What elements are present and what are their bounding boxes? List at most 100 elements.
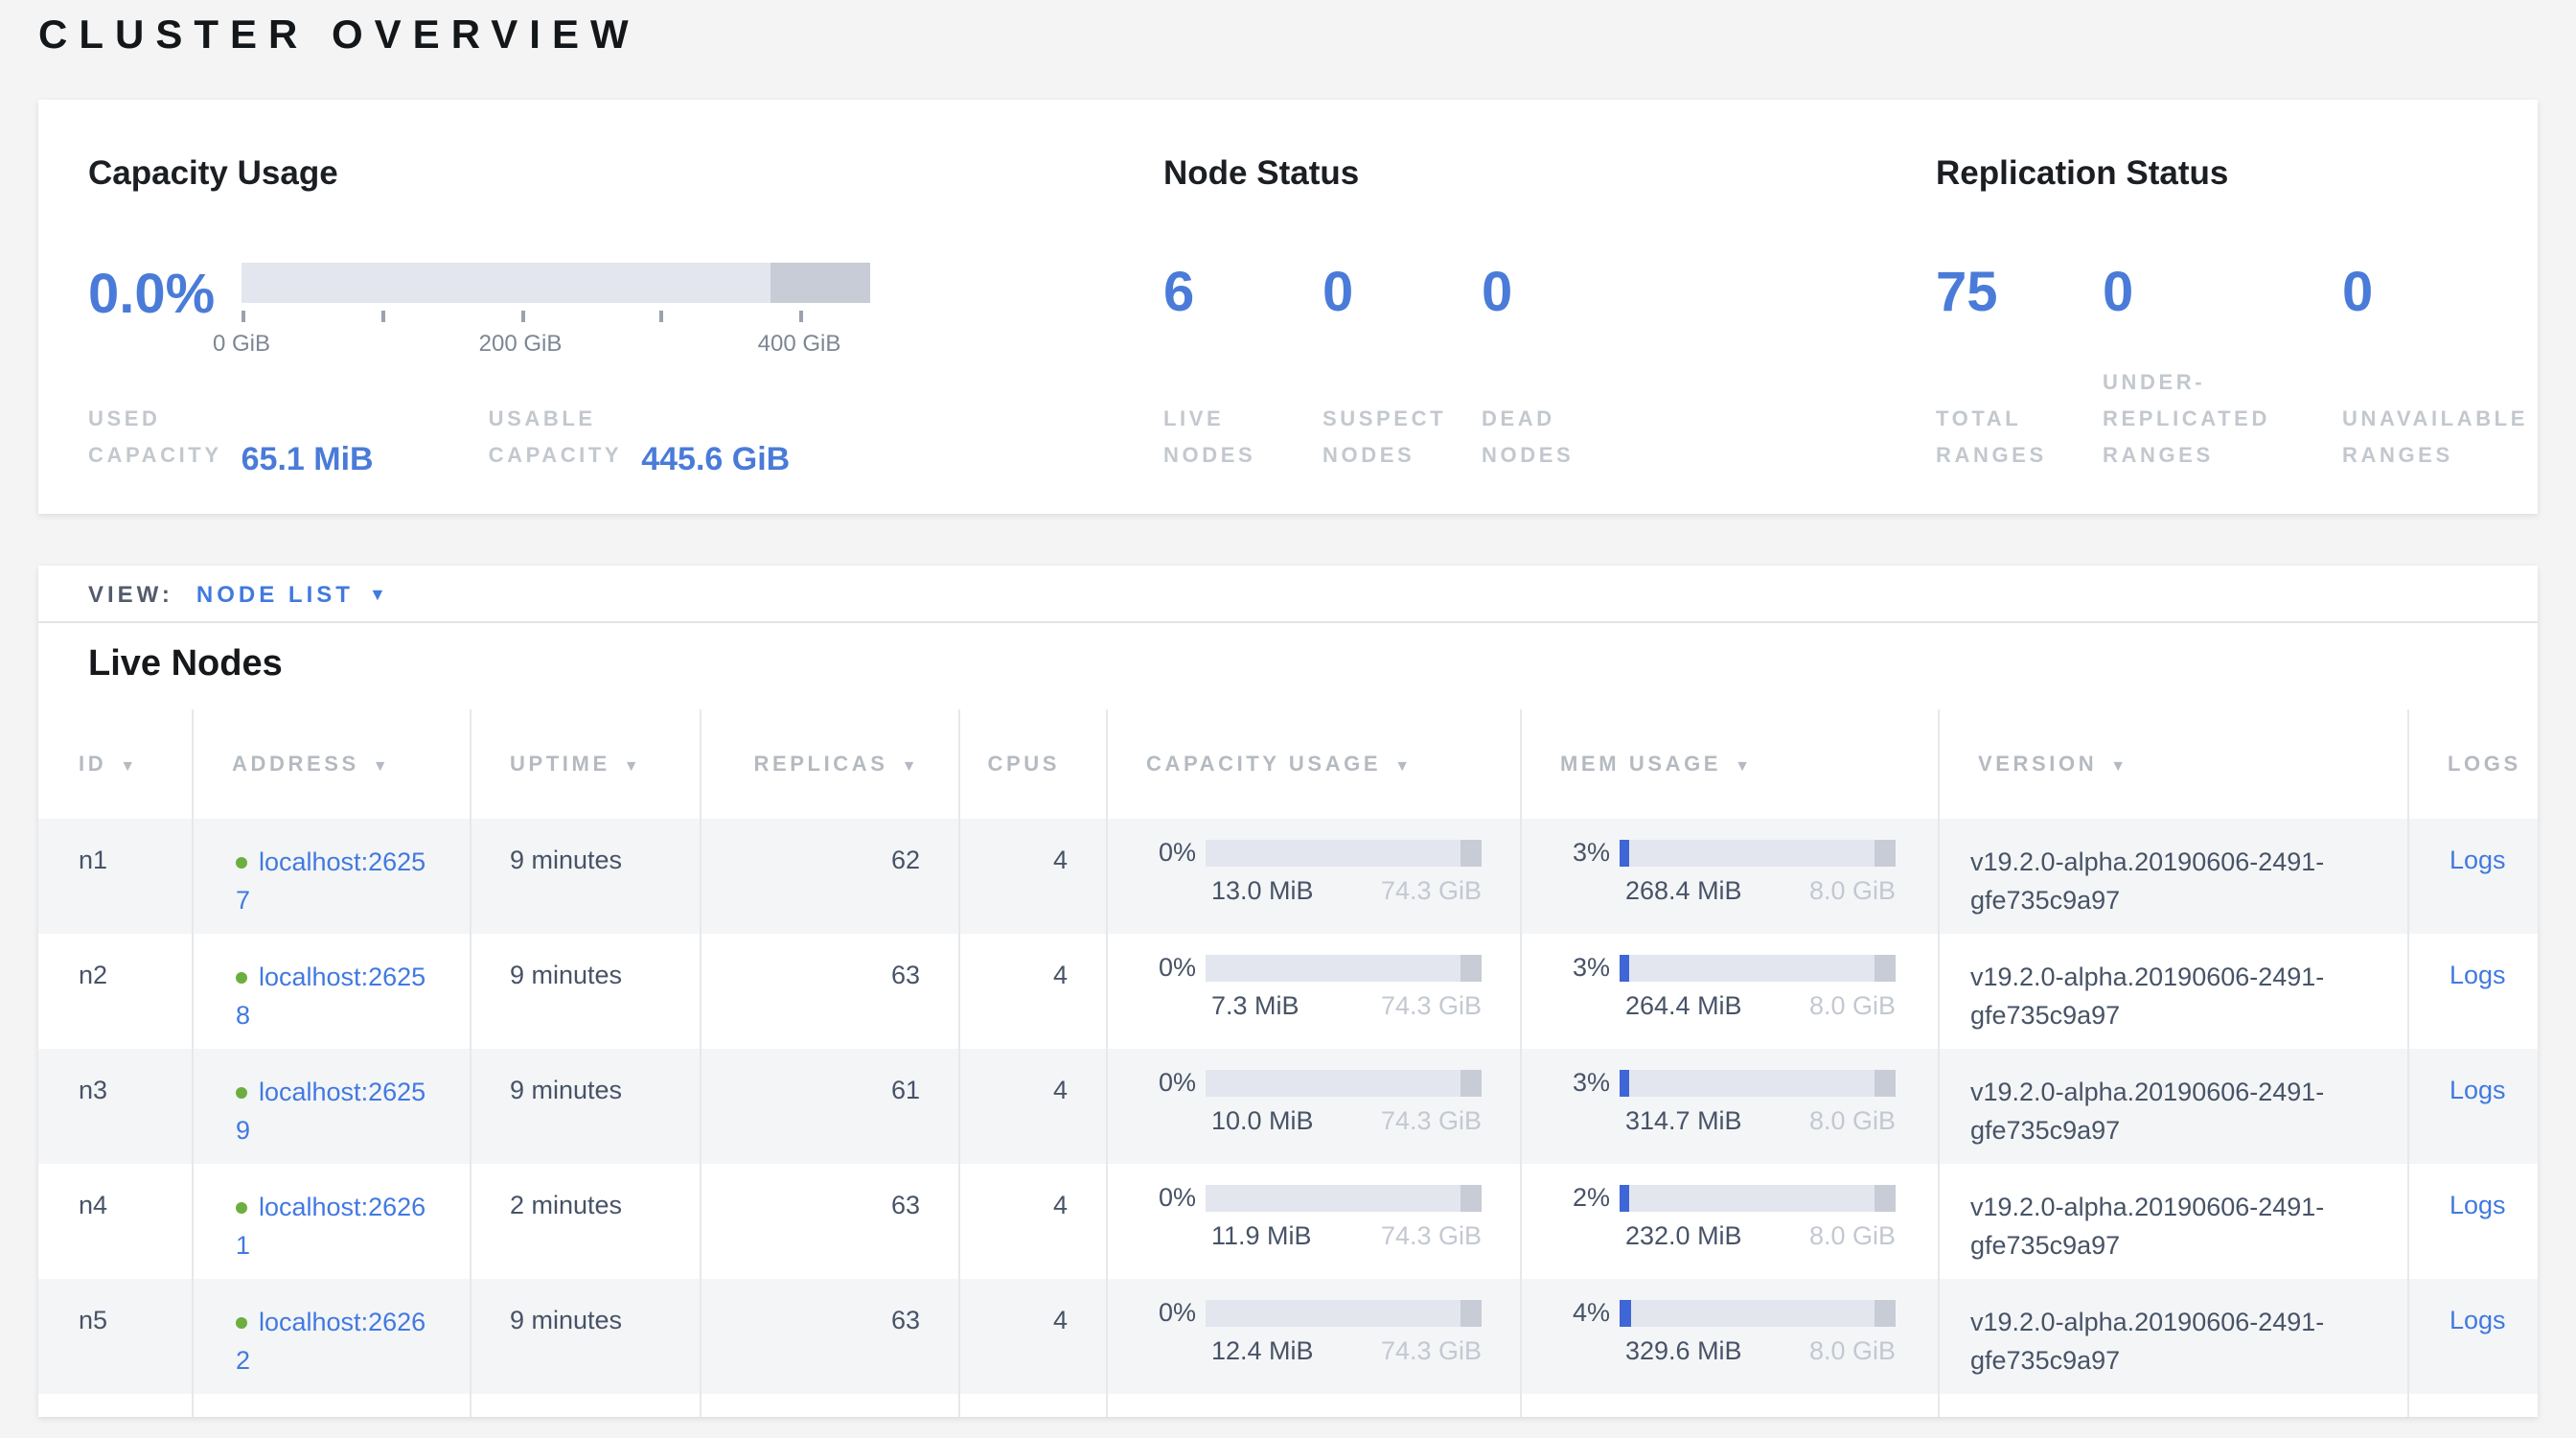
column-header-address[interactable]: ADDRESS▼: [192, 709, 470, 819]
memory-bar-track: [1620, 954, 1896, 981]
memory-bar-fill: [1620, 1069, 1629, 1096]
node-live-dot-icon: [236, 857, 247, 869]
capacity-bar-reserved-segment: [1460, 1184, 1482, 1211]
node-live-dot-icon: [236, 1202, 247, 1214]
node-table-body: n1localhost:262579 minutes6240%13.0 MiB7…: [38, 819, 2538, 1417]
replication-status-stat-value: 0: [2103, 265, 2342, 322]
memory-values: 264.4 MiB8.0 GiB: [1625, 991, 1896, 1020]
node-live-dot-icon: [236, 972, 247, 984]
axis-tick: [520, 311, 524, 322]
node-uptime-cell: 9 minutes: [470, 819, 700, 934]
node-address-cell: localhost:26261: [192, 1164, 470, 1279]
node-address-link[interactable]: localhost:26262: [236, 1308, 426, 1375]
node-address-link[interactable]: localhost:26261: [236, 1193, 426, 1260]
node-list-card: VIEW: NODE LIST ▼ Live Nodes ID▼ADDRESS▼…: [38, 566, 2538, 1417]
node-uptime-cell: 9 minutes: [470, 1279, 700, 1394]
column-header-capacity-usage[interactable]: CAPACITY USAGE▼: [1106, 709, 1520, 819]
node-status-stat: 6LIVE NODES: [1163, 265, 1322, 475]
capacity-values: 12.4 MiB74.3 GiB: [1211, 1336, 1482, 1365]
node-address-cell: localhost:26259: [192, 1049, 470, 1164]
axis-tick-label: 200 GiB: [479, 330, 563, 357]
node-address-cell: localhost:26262: [192, 1279, 470, 1394]
empty-cell: [958, 1394, 1106, 1417]
node-version-cell: v19.2.0-alpha.20190606-2491-gfe735c9a97: [1938, 1049, 2407, 1164]
column-header-label: CAPACITY USAGE: [1146, 753, 1381, 776]
node-address-cell: localhost:26258: [192, 934, 470, 1049]
capacity-usage-cell: 0%7.3 MiB74.3 GiB: [1106, 934, 1520, 1049]
sort-desc-icon: ▼: [902, 756, 920, 774]
capacity-stat-value: 65.1 MiB: [242, 441, 374, 479]
memory-percent: 3%: [1522, 953, 1610, 982]
node-cpus-cell: 4: [958, 934, 1106, 1049]
replication-status-stat: 0UNDER- REPLICATED RANGES: [2103, 265, 2342, 475]
node-replicas-cell: 61: [700, 1049, 958, 1164]
capacity-bar-reserved-segment: [1460, 1069, 1482, 1096]
memory-meter: 4%: [1522, 1298, 1938, 1327]
node-cpus-cell: 4: [958, 1049, 1106, 1164]
capacity-meter: 0%: [1108, 838, 1520, 867]
memory-total-value: 8.0 GiB: [1809, 1106, 1896, 1135]
caret-down-icon[interactable]: ▼: [369, 584, 386, 603]
node-address-link[interactable]: localhost:26257: [236, 847, 426, 915]
node-version-cell: v19.2.0-alpha.20190606-2491-gfe735c9a97: [1938, 1164, 2407, 1279]
capacity-usage-cell: 0% 13.0 MiB 74.3 GiB: [1106, 819, 1520, 934]
column-header-version[interactable]: VERSION▼: [1938, 709, 2407, 819]
sort-desc-icon: ▼: [120, 756, 138, 774]
memory-percent: 2%: [1522, 1183, 1610, 1212]
node-status-stat-value: 0: [1482, 265, 1641, 322]
memory-values: 232.0 MiB8.0 GiB: [1625, 1221, 1896, 1250]
capacity-bar-track: [242, 263, 870, 303]
memory-used-value: 329.6 MiB: [1625, 1336, 1742, 1365]
sort-desc-icon: ▼: [373, 756, 391, 774]
node-version: v19.2.0-alpha.20190606-2491-gfe735c9a97: [1970, 959, 2382, 1035]
view-label: VIEW:: [88, 580, 173, 607]
node-logs-cell: Logs: [2407, 1279, 2538, 1394]
column-header-mem-usage[interactable]: MEM USAGE▼: [1520, 709, 1938, 819]
capacity-percent: 0%: [1108, 1298, 1196, 1327]
node-replicas-cell: 63: [700, 1279, 958, 1394]
node-address-link[interactable]: localhost:26259: [236, 1078, 426, 1145]
column-header-uptime[interactable]: UPTIME▼: [470, 709, 700, 819]
capacity-stats: USED CAPACITY65.1 MiBUSABLE CAPACITY445.…: [88, 403, 790, 475]
capacity-used-value: 10.0 MiB: [1211, 1106, 1314, 1135]
column-header-cpus: CPUS: [958, 709, 1106, 819]
capacity-used-value: 13.0 MiB: [1211, 876, 1314, 905]
capacity-stat-label: USED CAPACITY: [88, 403, 222, 475]
node-logs-link[interactable]: Logs: [2450, 1191, 2506, 1219]
capacity-bar-reserved-segment: [1460, 839, 1482, 866]
column-header-label: REPLICAS: [754, 753, 888, 776]
node-logs-link[interactable]: Logs: [2450, 1076, 2506, 1104]
memory-usage-cell: 3% 264.4 MiB8.0 GiB: [1520, 934, 1938, 1049]
memory-bar-fill: [1620, 954, 1629, 981]
capacity-total-value: 74.3 GiB: [1381, 1106, 1482, 1135]
node-replicas-cell: 62: [700, 819, 958, 934]
node-live-dot-icon: [236, 1087, 247, 1099]
capacity-bar-track: [1206, 1299, 1482, 1326]
memory-bar-fill: [1620, 1184, 1629, 1211]
cluster-summary-card: Capacity Usage 0.0% 0 GiB200 GiB400 GiB …: [38, 100, 2538, 514]
memory-values: 268.4 MiB8.0 GiB: [1625, 876, 1896, 905]
column-header-replicas[interactable]: REPLICAS ▼: [700, 709, 958, 819]
capacity-stat: USED CAPACITY65.1 MiB: [88, 403, 374, 475]
node-status-stat-value: 6: [1163, 265, 1322, 322]
column-header-id[interactable]: ID▼: [38, 709, 192, 819]
capacity-meter: 0%: [1108, 1068, 1520, 1097]
view-dropdown[interactable]: NODE LIST: [196, 580, 354, 607]
view-selector-bar: VIEW: NODE LIST ▼: [38, 566, 2538, 623]
node-address-link[interactable]: localhost:26258: [236, 963, 426, 1030]
capacity-bar-reserved-segment: [1460, 954, 1482, 981]
memory-bar-track: [1620, 1299, 1896, 1326]
page-title: CLUSTER OVERVIEW: [38, 13, 640, 59]
capacity-usage-cell: 0% 12.4 MiB74.3 GiB: [1106, 1279, 1520, 1394]
axis-tick: [381, 311, 385, 322]
node-logs-link[interactable]: Logs: [2450, 961, 2506, 989]
capacity-bar-reserved-segment: [1460, 1299, 1482, 1326]
node-logs-link[interactable]: Logs: [2450, 1306, 2506, 1334]
capacity-percent: 0%: [1108, 1183, 1196, 1212]
node-id-cell: n5: [38, 1279, 192, 1394]
sort-desc-icon: ▼: [2110, 756, 2128, 774]
node-logs-link[interactable]: Logs: [2450, 846, 2506, 874]
capacity-total-value: 74.3 GiB: [1381, 876, 1482, 905]
memory-percent: 3%: [1522, 838, 1610, 867]
capacity-usage-title: Capacity Usage: [88, 153, 338, 194]
